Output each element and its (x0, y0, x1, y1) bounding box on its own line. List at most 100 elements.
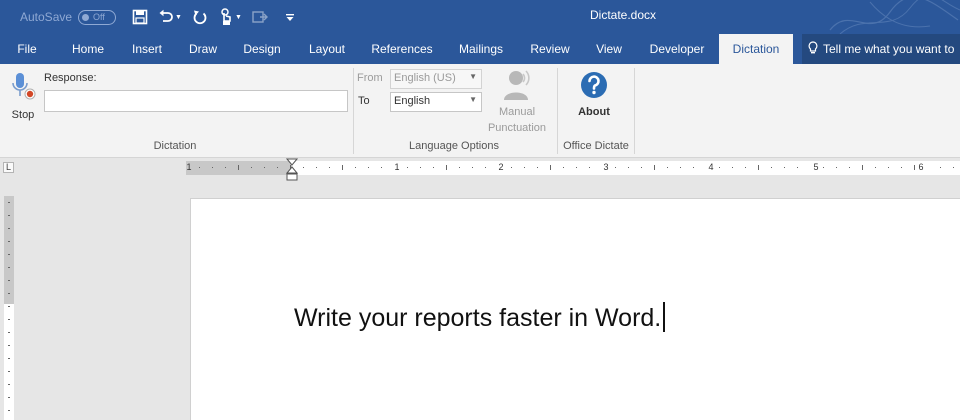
group-divider (634, 68, 635, 154)
to-language-select[interactable]: English ▼ (390, 92, 482, 112)
ruler-tick (485, 167, 486, 168)
ruler-tick (862, 165, 863, 170)
to-language-value: English (394, 95, 431, 107)
about-label: About (578, 106, 610, 118)
tab-review[interactable]: Review (530, 34, 569, 64)
ruler-tick (537, 167, 538, 168)
ruler-tick (628, 167, 629, 168)
title-bar: AutoSave Off ▼ ▼ Dictate.docx (0, 0, 960, 34)
touch-mode-icon[interactable]: ▼ (218, 6, 242, 28)
ruler-tick (446, 165, 447, 170)
tell-me-search[interactable]: Tell me what you want to (802, 34, 960, 64)
undo-dropdown-icon[interactable]: ▼ (175, 14, 182, 21)
ruler-tick (8, 319, 10, 320)
horizontal-ruler[interactable]: 1 1 2 3 4 5 6 (186, 161, 960, 175)
ruler-tick (615, 167, 616, 168)
microphone-icon (12, 73, 36, 100)
from-language-select: English (US) ▼ (390, 69, 482, 89)
stop-button[interactable]: Stop (4, 68, 42, 124)
ruler-tick (8, 241, 10, 242)
ruler-number: 1 (186, 162, 192, 172)
tab-dictation[interactable]: Dictation (719, 34, 793, 64)
ruler-tick (8, 228, 10, 229)
ruler-tick (680, 167, 681, 168)
tab-view[interactable]: View (596, 34, 622, 64)
ruler-tick (8, 358, 10, 359)
autosave-label: AutoSave (20, 10, 73, 24)
ruler-number: 2 (498, 162, 504, 172)
manual-label-line1: Manual (498, 106, 536, 118)
tab-home[interactable]: Home (72, 34, 104, 64)
ruler-tick (511, 167, 512, 168)
autosave-control[interactable]: AutoSave Off (20, 9, 117, 25)
ruler-tick (8, 215, 10, 216)
ruler-tick (953, 167, 954, 168)
ruler-tick (940, 167, 941, 168)
ruler-number: 6 (918, 162, 924, 172)
indent-marker[interactable] (286, 158, 298, 182)
ruler-tick (823, 167, 824, 168)
tab-draw[interactable]: Draw (189, 34, 217, 64)
ruler-tick (849, 167, 850, 168)
stop-label: Stop (11, 109, 35, 121)
ruler-tick (563, 167, 564, 168)
ruler-tick (420, 167, 421, 168)
ruler-tick (550, 165, 551, 170)
office-dictate-group-label: Office Dictate (563, 140, 629, 152)
ruler-tick (589, 167, 590, 168)
ruler-tick (225, 167, 226, 168)
undo-icon[interactable]: ▼ (158, 6, 182, 28)
about-button[interactable]: About (568, 68, 620, 128)
response-field[interactable] (44, 90, 348, 112)
vertical-ruler[interactable] (4, 196, 14, 420)
tab-references[interactable]: References (371, 34, 432, 64)
ruler-tick (8, 371, 10, 372)
manual-label-line2: Punctuation (487, 122, 547, 134)
touch-mode-dropdown-icon[interactable]: ▼ (235, 14, 242, 21)
tab-design[interactable]: Design (243, 34, 280, 64)
to-label: To (358, 95, 370, 107)
ruler-tick (329, 167, 330, 168)
manual-punctuation-button: Manual Punctuation (482, 68, 552, 138)
autosave-toggle[interactable]: Off (78, 9, 117, 25)
ruler-tick (667, 167, 668, 168)
response-label: Response: (44, 72, 97, 84)
ruler-tick (654, 165, 655, 170)
ruler-tick (8, 332, 10, 333)
ruler-tick (199, 167, 200, 168)
ruler-tick (758, 165, 759, 170)
ruler-tick (914, 165, 915, 170)
group-divider (353, 68, 354, 154)
send-icon (250, 6, 270, 28)
ruler-bar: L 1 1 2 3 4 5 6 (0, 158, 960, 180)
ruler-tick (8, 254, 10, 255)
ruler-tick (8, 384, 10, 385)
redo-icon[interactable] (190, 6, 210, 28)
tab-developer[interactable]: Developer (650, 34, 705, 64)
lightbulb-icon (808, 40, 818, 58)
customize-qat-icon[interactable] (280, 6, 300, 28)
title-decoration (829, 0, 960, 34)
ruler-tick (342, 165, 343, 170)
ruler-tick (238, 165, 239, 170)
chevron-down-icon: ▼ (469, 95, 477, 104)
tab-selector[interactable]: L (3, 162, 14, 173)
tab-mailings[interactable]: Mailings (459, 34, 503, 64)
ruler-tick (251, 167, 252, 168)
ruler-number: 5 (813, 162, 819, 172)
ruler-tick (433, 167, 434, 168)
group-divider (557, 68, 558, 154)
ribbon-dictation: Stop Response: Dictation From English (U… (0, 64, 960, 158)
ruler-tick (316, 167, 317, 168)
ruler-tick (381, 167, 382, 168)
tab-layout[interactable]: Layout (309, 34, 345, 64)
ruler-number: 3 (603, 162, 609, 172)
save-icon[interactable] (130, 6, 150, 28)
tab-file[interactable]: File (17, 34, 36, 64)
document-body-text[interactable]: Write your reports faster in Word. (294, 302, 665, 333)
record-dot-icon (26, 90, 34, 98)
tab-insert[interactable]: Insert (132, 34, 162, 64)
ruler-tick (771, 167, 772, 168)
ruler-tick (8, 280, 10, 281)
ruler-tick (875, 167, 876, 168)
